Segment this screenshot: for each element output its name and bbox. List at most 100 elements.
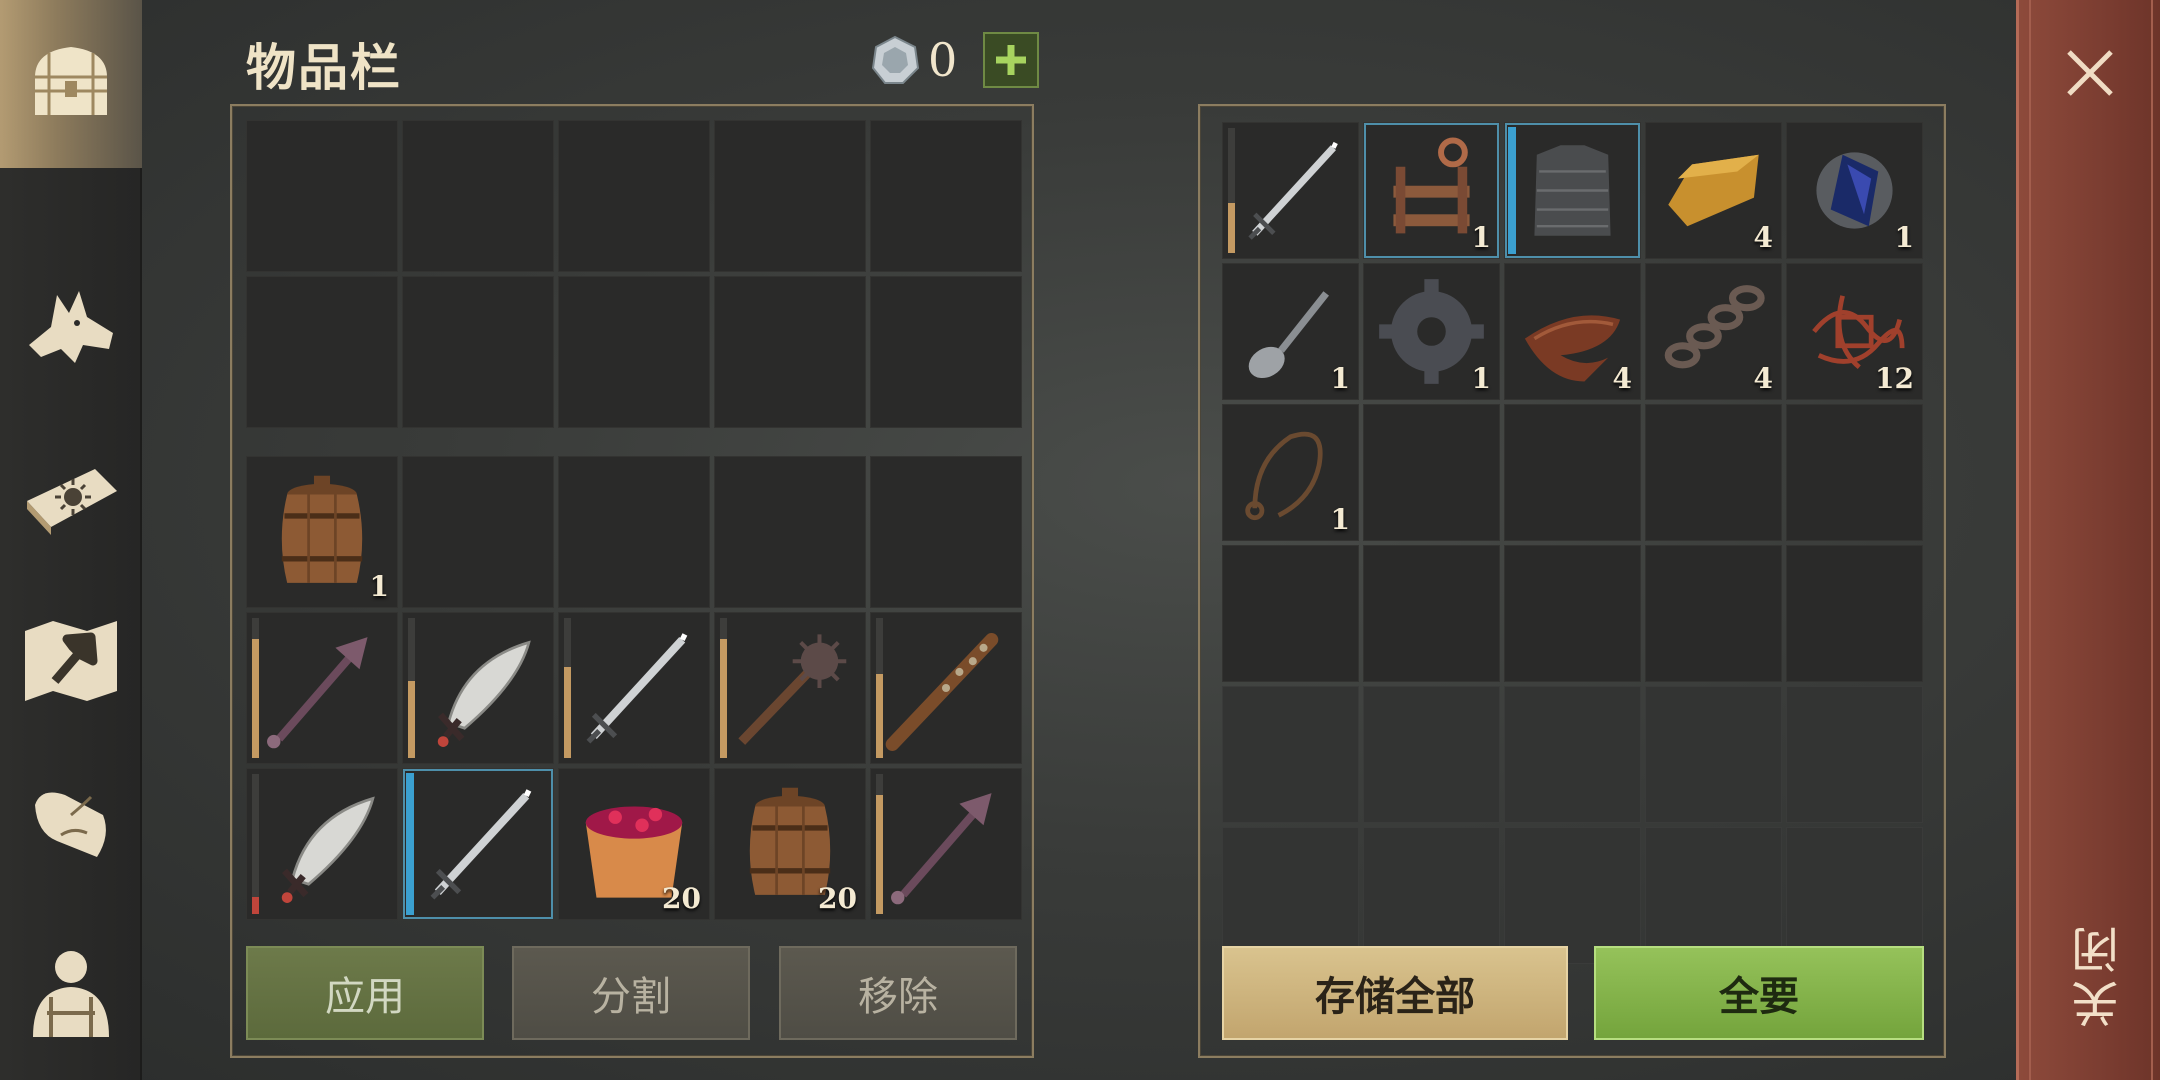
storage-slot[interactable]: [1363, 404, 1500, 541]
inventory-title: 物品栏: [246, 39, 402, 97]
inventory-slot[interactable]: [246, 612, 398, 764]
item-count: 20: [818, 882, 857, 915]
nav-quest-tab[interactable]: [18, 772, 124, 878]
sword-icon: [430, 789, 532, 900]
storage-slot[interactable]: 4: [1504, 263, 1641, 400]
inventory-slot[interactable]: [870, 456, 1022, 608]
store-all-button[interactable]: 存储全部: [1222, 946, 1568, 1040]
storage-slot[interactable]: [1645, 404, 1782, 541]
inventory-slot[interactable]: [714, 456, 866, 608]
equipped-slot[interactable]: [714, 276, 866, 428]
close-bar-frame: [2029, 0, 2153, 1080]
inventory-grid: 1 20 20: [246, 456, 1022, 920]
storage-slot[interactable]: [1222, 827, 1359, 964]
nav-blueprint-tab[interactable]: [18, 436, 124, 542]
inventory-slot[interactable]: [714, 612, 866, 764]
storage-slot[interactable]: [1504, 122, 1641, 259]
item-count: 4: [1753, 362, 1773, 395]
storage-slot[interactable]: [1363, 827, 1500, 964]
storage-slot[interactable]: 12: [1786, 263, 1923, 400]
storage-slot[interactable]: [1222, 686, 1359, 823]
currency-value: 0: [928, 33, 958, 87]
chest-icon: [35, 47, 107, 115]
equipped-slot[interactable]: [558, 276, 710, 428]
storage-slot[interactable]: [1786, 827, 1923, 964]
storage-slot[interactable]: 1: [1363, 263, 1500, 400]
remove-button[interactable]: 移除: [779, 946, 1017, 1040]
item-count: 1: [1330, 362, 1350, 395]
split-button[interactable]: 分割: [512, 946, 750, 1040]
apply-button[interactable]: 应用: [246, 946, 484, 1040]
nav-chest-tab[interactable]: [18, 30, 124, 136]
storage-slot[interactable]: 4: [1645, 263, 1782, 400]
storage-slot[interactable]: [1504, 404, 1641, 541]
inventory-slot[interactable]: [870, 768, 1022, 920]
close-icon[interactable]: [2063, 46, 2117, 100]
equipped-slot[interactable]: [870, 276, 1022, 428]
inventory-slot[interactable]: 20: [714, 768, 866, 920]
close-bar[interactable]: 关闭: [2016, 0, 2160, 1080]
backpack-character-icon: [33, 951, 109, 1037]
equipped-grid: [246, 120, 1022, 428]
inventory-slot[interactable]: [558, 612, 710, 764]
item-count: 1: [1330, 503, 1350, 536]
storage-slot[interactable]: [1504, 545, 1641, 682]
inventory-slot[interactable]: [558, 456, 710, 608]
storage-slot[interactable]: [1645, 686, 1782, 823]
item-count: 1: [1894, 221, 1914, 254]
nav-crafting-tab[interactable]: [18, 606, 124, 712]
item-count: 12: [1875, 362, 1914, 395]
inventory-slot[interactable]: 1: [246, 456, 398, 608]
hammer-map-icon: [25, 621, 117, 701]
storage-slot[interactable]: [1504, 686, 1641, 823]
storage-slot[interactable]: 4: [1645, 122, 1782, 259]
storage-slot[interactable]: [1786, 545, 1923, 682]
storage-slot[interactable]: [1363, 686, 1500, 823]
sword-icon: [1248, 141, 1338, 240]
equipped-slot[interactable]: [714, 120, 866, 272]
inventory-slot[interactable]: [402, 612, 554, 764]
nav-wolf-tab[interactable]: [18, 272, 124, 378]
add-currency-button[interactable]: [983, 32, 1040, 88]
nav-character-tab[interactable]: [18, 938, 124, 1044]
equipped-slot[interactable]: [870, 120, 1022, 272]
storage-slot[interactable]: 1: [1786, 122, 1923, 259]
morning-star-icon: [738, 634, 847, 745]
storage-slot[interactable]: [1222, 122, 1359, 259]
inventory-slot[interactable]: [402, 768, 554, 920]
equipped-slot[interactable]: [246, 276, 398, 428]
equipped-slot[interactable]: [246, 120, 398, 272]
spiked-club-icon: [267, 637, 368, 749]
storage-slot[interactable]: [1363, 545, 1500, 682]
equipped-slot[interactable]: [402, 276, 554, 428]
storage-slot[interactable]: 1: [1222, 404, 1359, 541]
inventory-slot[interactable]: [402, 456, 554, 608]
equipped-slot[interactable]: [558, 120, 710, 272]
storage-slot[interactable]: [1222, 545, 1359, 682]
storage-slot[interactable]: [1645, 545, 1782, 682]
item-count: 4: [1612, 362, 1632, 395]
storage-slot[interactable]: 1: [1363, 122, 1500, 259]
storage-slot[interactable]: [1786, 686, 1923, 823]
item-count: 20: [662, 882, 701, 915]
sun-book-icon: [27, 469, 117, 535]
plus-icon: [996, 45, 1027, 75]
scroll-quill-icon: [35, 792, 106, 857]
item-count: 1: [369, 570, 389, 603]
spiked-club-icon: [891, 793, 992, 905]
item-count: 4: [1753, 221, 1773, 254]
equipped-slot[interactable]: [402, 120, 554, 272]
take-all-button[interactable]: 全要: [1594, 946, 1924, 1040]
item-count: 1: [1471, 362, 1491, 395]
storage-slot[interactable]: [1786, 404, 1923, 541]
sword-icon: [586, 633, 688, 744]
silver-coin-icon: [871, 35, 920, 84]
storage-slot[interactable]: [1504, 827, 1641, 964]
storage-slot[interactable]: [1645, 827, 1782, 964]
inventory-slot[interactable]: 20: [558, 768, 710, 920]
inventory-slot[interactable]: [246, 768, 398, 920]
storage-slot[interactable]: 1: [1222, 263, 1359, 400]
storage-grid: 1 4 1 1 1 4 4 12 1: [1222, 122, 1923, 964]
scimitar-icon: [281, 796, 375, 903]
inventory-slot[interactable]: [870, 612, 1022, 764]
